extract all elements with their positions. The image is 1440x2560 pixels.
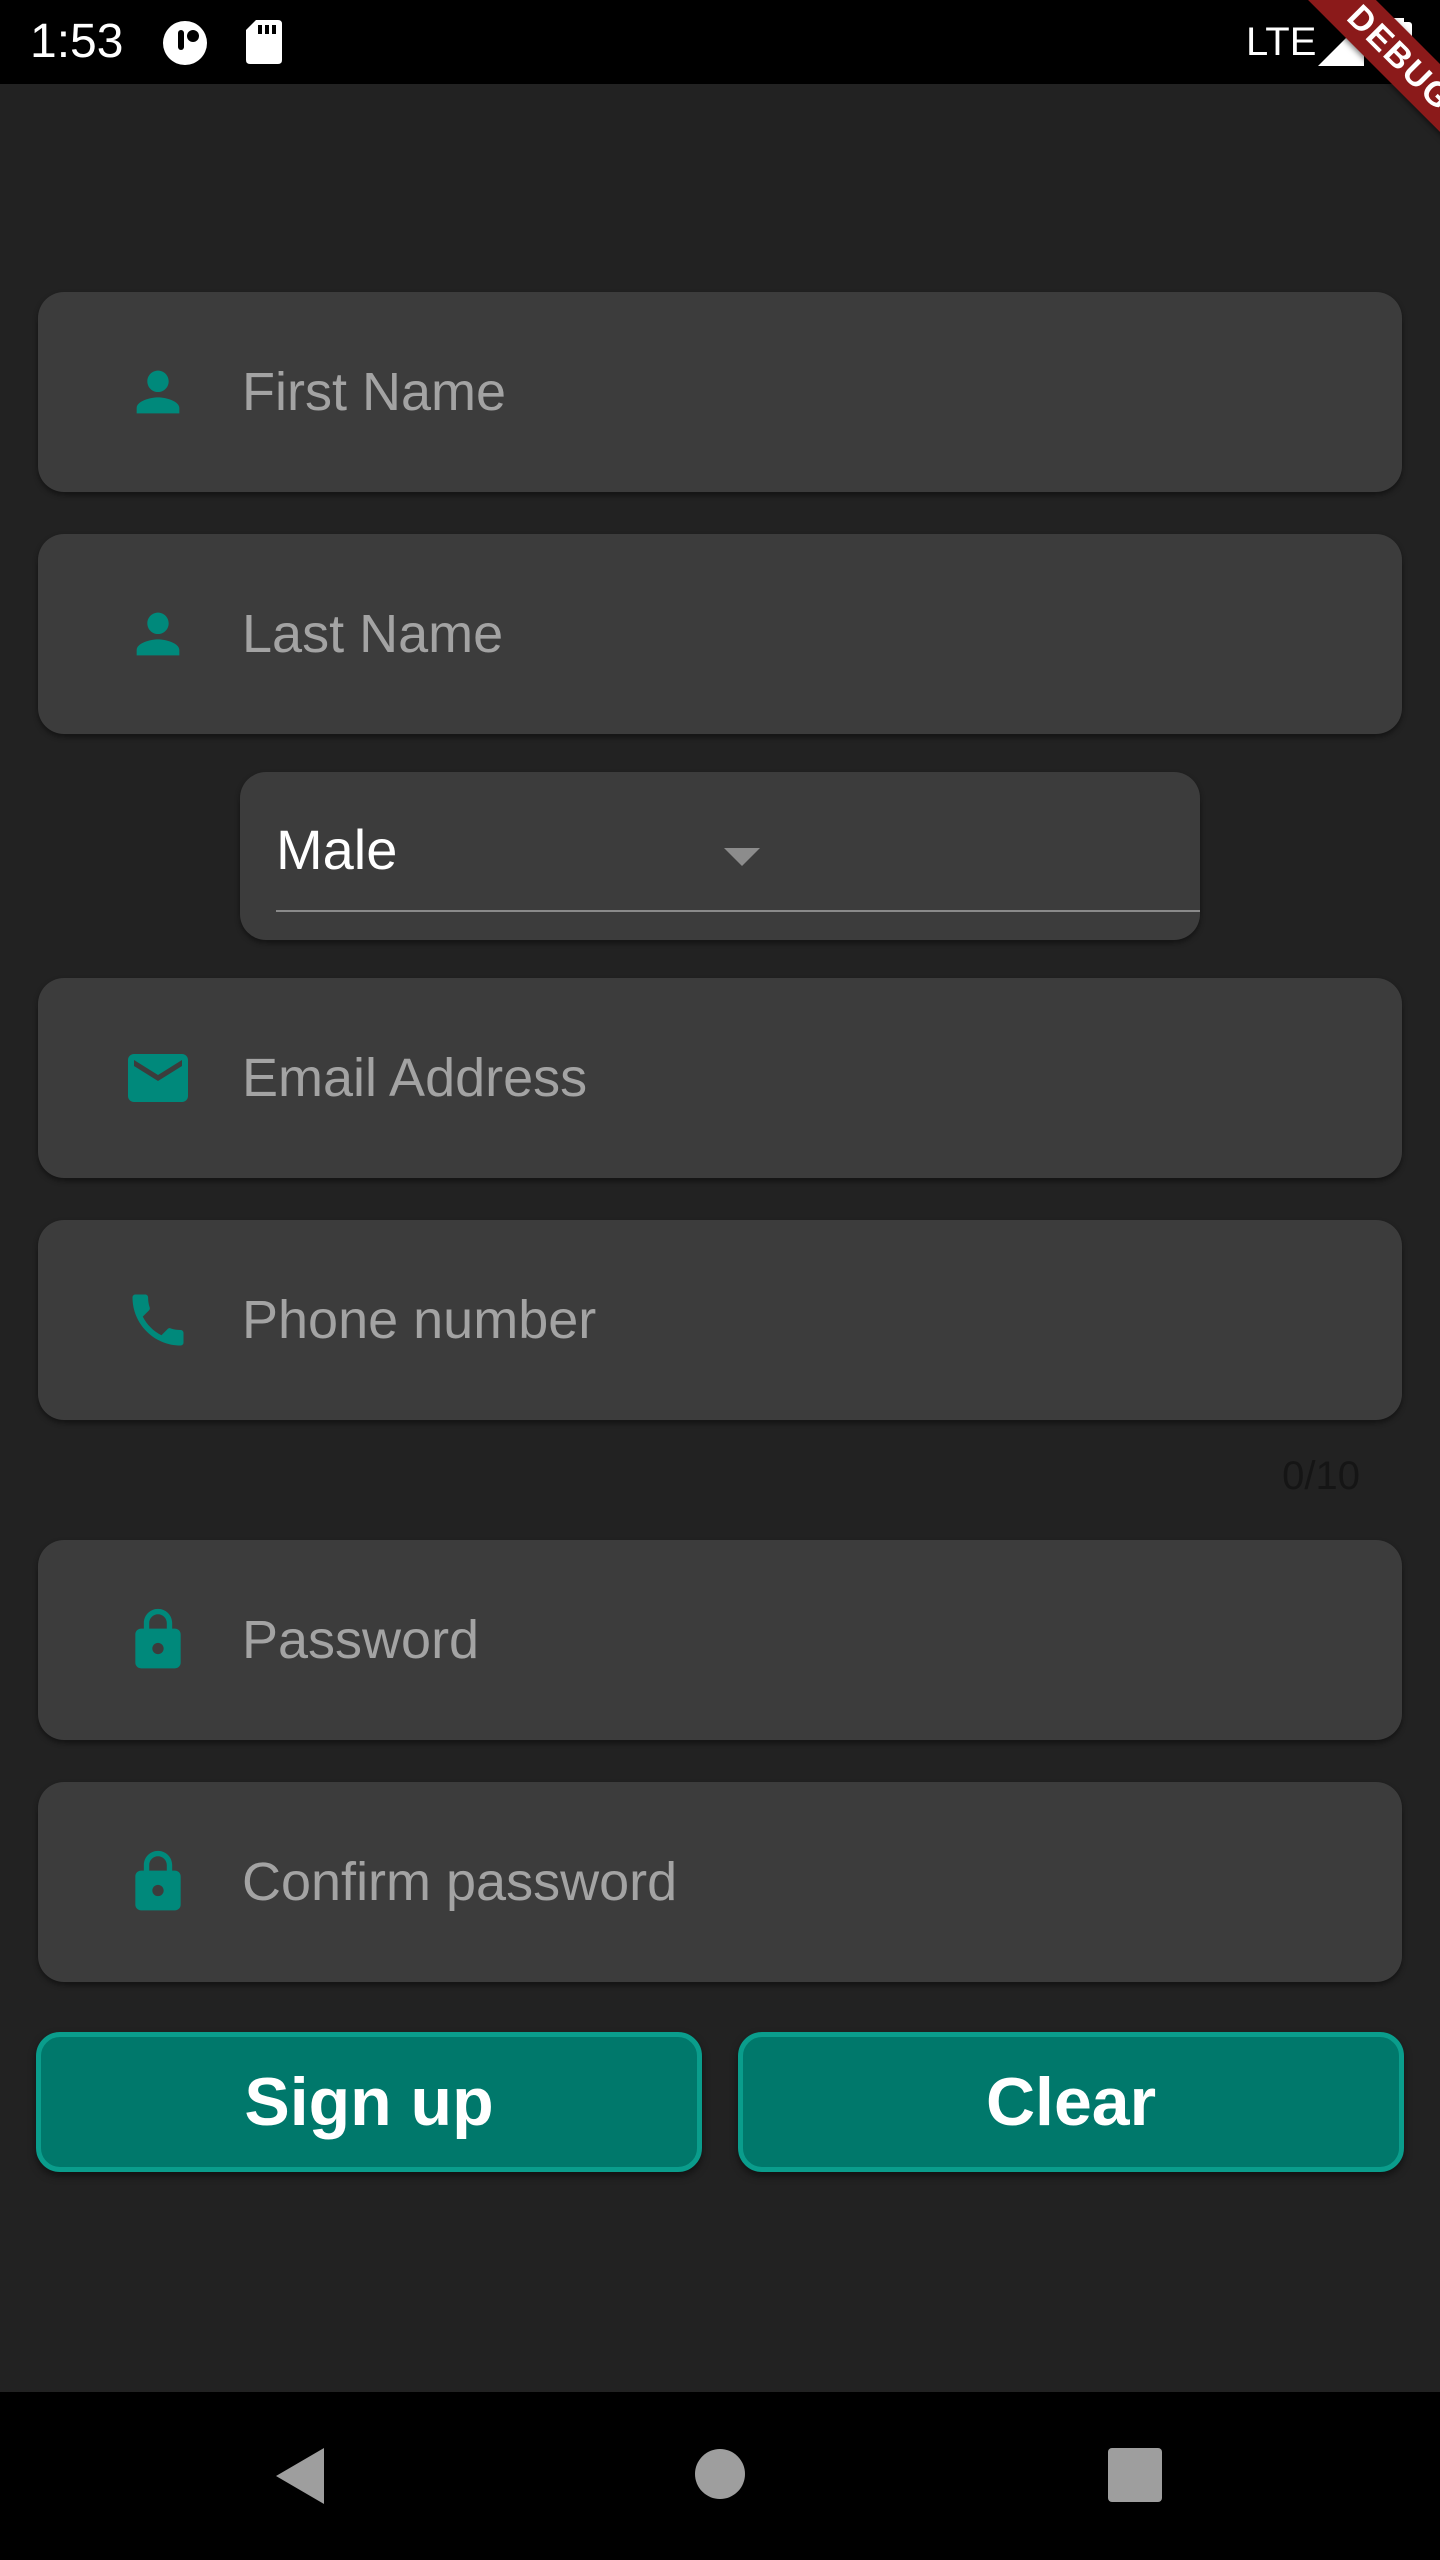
status-bar: 1:53 LTE	[0, 0, 1440, 84]
recents-icon[interactable]	[1108, 2448, 1162, 2507]
person-icon	[118, 594, 198, 674]
network-type: LTE	[1246, 20, 1317, 64]
last-name-placeholder: Last Name	[242, 604, 504, 664]
person-icon	[118, 352, 198, 432]
sd-card-icon	[246, 20, 282, 69]
dropdown-underline	[276, 910, 1200, 912]
password-placeholder: Password	[242, 1610, 480, 1670]
password-field[interactable]: Password	[38, 1540, 1402, 1740]
first-name-placeholder: First Name	[242, 362, 507, 422]
status-time: 1:53	[30, 15, 124, 68]
phone-icon	[118, 1280, 198, 1360]
email-placeholder: Email Address	[242, 1048, 588, 1108]
gender-selected-value: Male	[276, 818, 398, 881]
last-name-field[interactable]: Last Name	[38, 534, 1402, 734]
gender-dropdown[interactable]: Male	[240, 772, 1200, 940]
dropdown-arrow-icon	[724, 848, 760, 866]
sign-up-button[interactable]: Sign up	[36, 2032, 702, 2172]
email-field[interactable]: Email Address	[38, 978, 1402, 1178]
first-name-field[interactable]: First Name	[38, 292, 1402, 492]
home-icon[interactable]	[694, 2448, 746, 2505]
phone-field[interactable]: Phone number	[38, 1220, 1402, 1420]
navigation-bar	[0, 2392, 1440, 2560]
lock-icon	[118, 1842, 198, 1922]
back-icon[interactable]	[272, 2444, 328, 2513]
signup-screen: 1:53 LTE DEBUG First Name Last Name Male…	[0, 0, 1440, 2560]
lock-icon	[118, 1600, 198, 1680]
phone-placeholder: Phone number	[242, 1290, 597, 1350]
confirm-password-placeholder: Confirm password	[242, 1852, 678, 1912]
mail-icon	[118, 1038, 198, 1118]
confirm-password-field[interactable]: Confirm password	[38, 1782, 1402, 1982]
phone-char-counter: 0/10	[1282, 1454, 1360, 1498]
circle-app-icon	[162, 20, 212, 71]
clear-button[interactable]: Clear	[738, 2032, 1404, 2172]
